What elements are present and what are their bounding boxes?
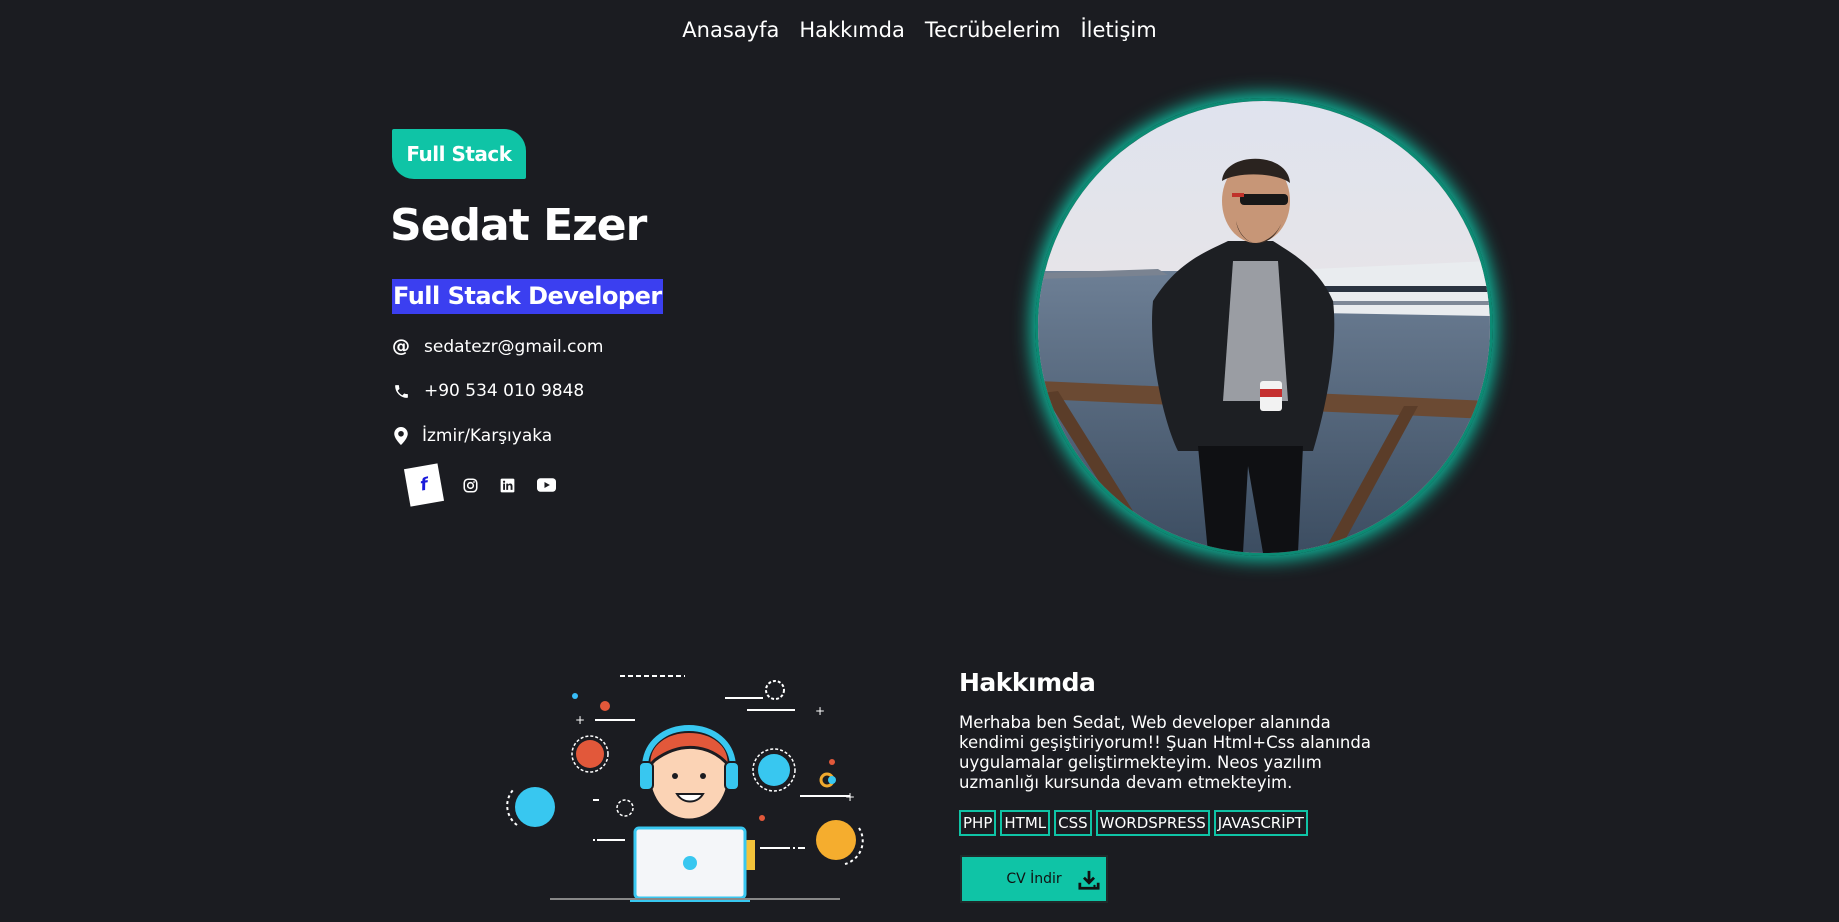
svg-text:+: + [575,713,585,727]
main-nav: Anasayfa Hakkımda Tecrübelerim İletişim [0,18,1839,42]
skills-list: PHP HTML CSS WORDSPRESS JAVASCRİPT [959,810,1308,836]
cv-download-label: CV İndir [1006,871,1062,887]
instagram-icon[interactable] [463,477,478,493]
linkedin-icon[interactable] [500,478,515,493]
person-name: Sedat Ezer [390,200,647,251]
location-text: İzmir/Karşıyaka [422,426,553,446]
download-icon [1078,869,1100,895]
full-stack-badge: Full Stack [392,129,526,179]
phone-icon [392,383,410,400]
location-pin-icon [392,427,410,445]
phone-row: +90 534 010 9848 [392,381,584,401]
cv-download-button[interactable]: CV İndir [960,855,1108,903]
phone-text[interactable]: +90 534 010 9848 [424,381,584,401]
about-title: Hakkımda [959,668,1096,697]
at-icon: @ [392,336,410,357]
developer-illustration: + + + [505,670,865,918]
nav-anasayfa[interactable]: Anasayfa [682,18,779,42]
nav-iletisim[interactable]: İletişim [1080,18,1156,42]
email-row: @ sedatezr@gmail.com [392,336,604,357]
skill-tag: PHP [959,810,997,836]
skill-tag: CSS [1054,810,1092,836]
profile-photo [1035,98,1493,556]
skill-tag: WORDSPRESS [1095,810,1210,836]
nav-tecrubelerim[interactable]: Tecrübelerim [925,18,1061,42]
email-text[interactable]: sedatezr@gmail.com [424,337,604,357]
skill-tag: HTML [1000,810,1051,836]
svg-text:+: + [845,790,855,804]
location-row: İzmir/Karşıyaka [392,426,552,446]
social-links: f [403,463,556,507]
facebook-icon[interactable]: f [403,463,445,507]
youtube-icon[interactable] [537,478,556,492]
about-text: Merhaba ben Sedat, Web developer alanınd… [959,713,1371,792]
role-title: Full Stack Developer [392,279,663,314]
svg-text:+: + [815,704,825,718]
nav-hakkimda[interactable]: Hakkımda [799,18,904,42]
skill-tag: JAVASCRİPT [1213,810,1308,836]
